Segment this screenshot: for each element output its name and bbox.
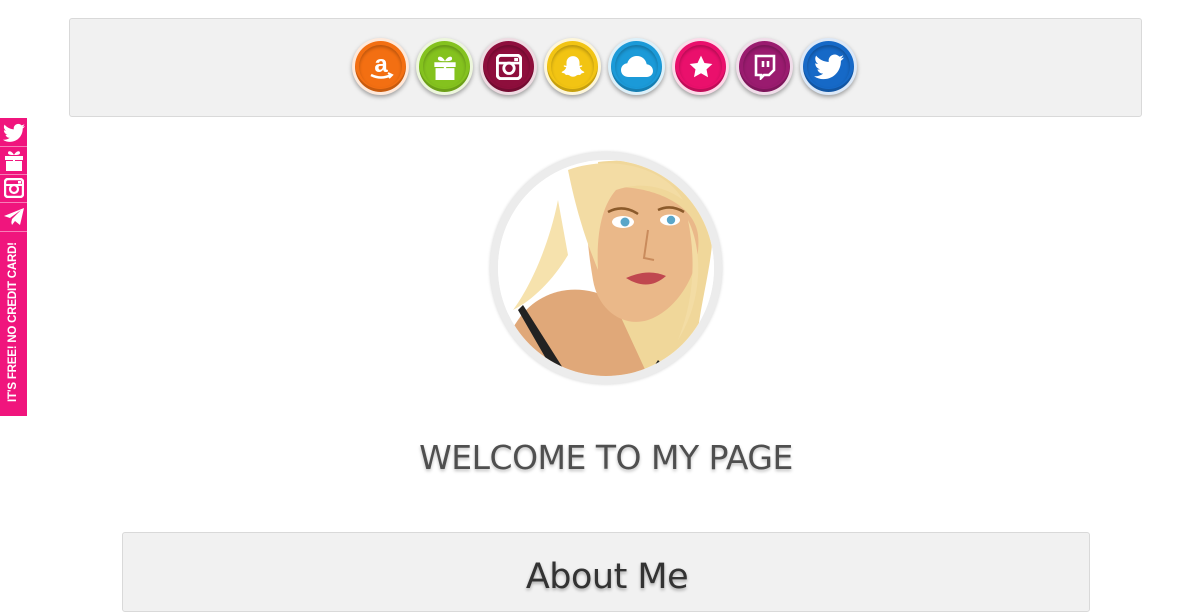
instagram-icon[interactable]	[1, 175, 26, 200]
gift-icon[interactable]	[1, 147, 26, 172]
star-icon[interactable]	[672, 38, 729, 95]
about-section: About Me	[122, 532, 1090, 612]
cloud-icon[interactable]	[608, 38, 665, 95]
gift-icon[interactable]	[416, 38, 473, 95]
welcome-heading: WELCOME TO MY PAGE	[419, 438, 793, 477]
telegram-icon[interactable]	[1, 204, 26, 229]
twitter-icon[interactable]	[800, 38, 857, 95]
about-heading: About Me	[525, 557, 689, 597]
twitch-icon[interactable]	[736, 38, 793, 95]
promo-text[interactable]: IT'S FREE! NO CREDIT CARD!	[2, 242, 22, 402]
instagram-icon[interactable]	[480, 38, 537, 95]
twitter-icon[interactable]	[1, 120, 26, 145]
social-icon-bar: a	[69, 18, 1142, 117]
snapchat-icon[interactable]	[544, 38, 601, 95]
svg-text:a: a	[374, 52, 388, 78]
profile-avatar	[490, 152, 722, 384]
avatar-illustration	[498, 160, 714, 376]
amazon-icon[interactable]: a	[352, 38, 409, 95]
